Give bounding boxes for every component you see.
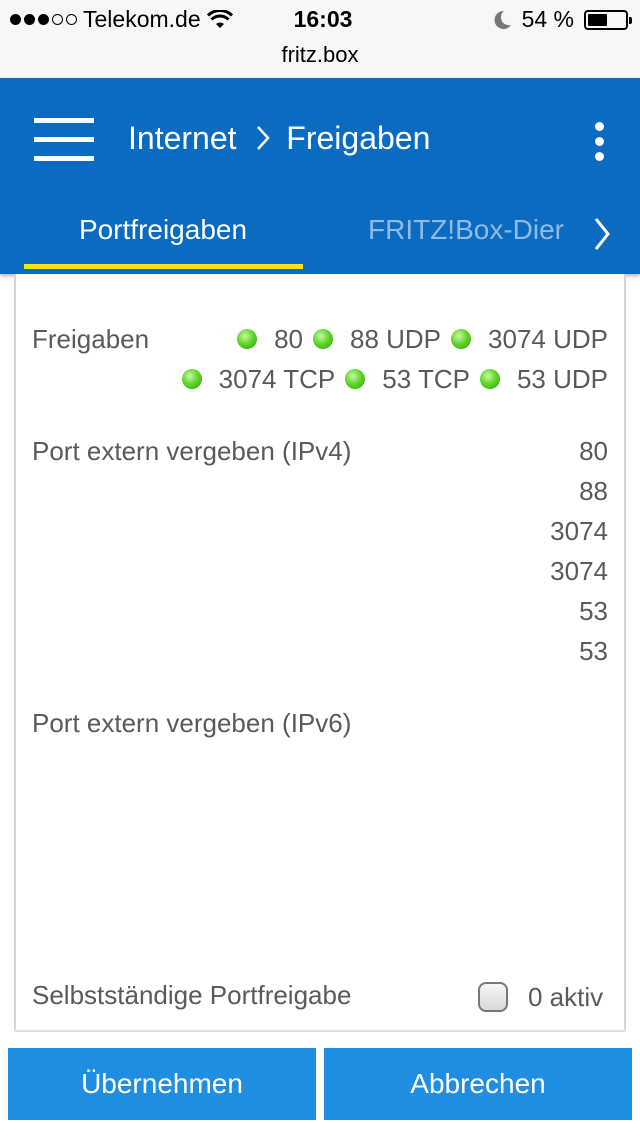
self-portfreigabe-count: 0 aktiv bbox=[528, 982, 604, 1012]
freigabe-item: 3074 UDP bbox=[451, 324, 608, 355]
status-led-icon bbox=[312, 329, 333, 349]
tab-portfreigaben[interactable]: Portfreigaben bbox=[24, 214, 302, 246]
hamburger-menu-icon[interactable] bbox=[34, 118, 94, 162]
battery-icon bbox=[584, 9, 632, 30]
freigabe-label: 3074 TCP bbox=[218, 363, 336, 394]
ipv4-port: 53 bbox=[579, 596, 608, 626]
status-led-icon bbox=[181, 369, 202, 389]
breadcrumb-page: Freigaben bbox=[286, 120, 431, 156]
freigabe-item: 53 TCP bbox=[345, 364, 470, 395]
ipv4-label: Port extern vergeben (IPv4) bbox=[32, 436, 352, 466]
tabs-next-chevron-icon[interactable] bbox=[592, 216, 612, 252]
divider bbox=[14, 1030, 626, 1032]
ipv4-port: 3074 bbox=[550, 516, 608, 546]
freigaben-label: Freigaben bbox=[32, 324, 150, 354]
ipv6-label: Port extern vergeben (IPv6) bbox=[32, 708, 352, 738]
status-led-icon bbox=[237, 329, 258, 349]
breadcrumb-chevron-icon bbox=[257, 126, 271, 150]
freigabe-item: 53 UDP bbox=[479, 363, 608, 395]
cancel-button[interactable]: Abbrechen bbox=[324, 1048, 632, 1120]
self-portfreigabe-label: Selbstständige Portfreigabe bbox=[32, 980, 352, 1010]
freigabe-label: 80 bbox=[274, 323, 303, 354]
freigabe-label: 3074 UDP bbox=[488, 323, 608, 354]
status-right: 54 % bbox=[494, 6, 632, 33]
self-portfreigabe-checkbox[interactable] bbox=[478, 982, 508, 1012]
status-led-icon bbox=[345, 369, 366, 389]
freigabe-item: 80 bbox=[237, 324, 303, 355]
apply-button[interactable]: Übernehmen bbox=[8, 1048, 316, 1120]
battery-percent: 54 % bbox=[521, 6, 574, 32]
freigabe-item: 3074 TCP bbox=[181, 363, 336, 395]
freigabe-label: 53 TCP bbox=[382, 363, 470, 394]
freigabe-label: 53 UDP bbox=[516, 363, 608, 394]
status-led-icon bbox=[451, 329, 472, 349]
app-header: Internet Freigaben Portfreigaben FRITZ!B… bbox=[0, 78, 640, 274]
freigabe-label: 88 UDP bbox=[349, 323, 442, 354]
status-led-icon bbox=[479, 369, 500, 389]
freigaben-row-2: 3074 TCP 53 TCP 53 UDP bbox=[181, 362, 608, 396]
more-options-icon[interactable] bbox=[586, 122, 614, 162]
browser-url[interactable]: fritz.box bbox=[0, 40, 640, 78]
page-title: Internet Freigaben bbox=[128, 120, 430, 157]
tab-fritzbox-dienste[interactable]: FRITZ!Box-Dier bbox=[368, 214, 568, 246]
status-bar: Telekom.de 16:03 54 % bbox=[0, 0, 640, 40]
ipv4-port: 53 bbox=[579, 636, 608, 666]
breadcrumb-section[interactable]: Internet bbox=[128, 120, 237, 156]
active-tab-indicator bbox=[24, 264, 303, 269]
ipv4-port: 88 bbox=[579, 476, 608, 506]
freigabe-item: 88 UDP bbox=[312, 323, 442, 355]
freigaben-row-1: 80 88 UDP 3074 UDP bbox=[237, 322, 608, 356]
moon-icon bbox=[494, 10, 511, 29]
ipv4-port: 3074 bbox=[550, 556, 608, 586]
ipv4-port: 80 bbox=[579, 436, 608, 466]
